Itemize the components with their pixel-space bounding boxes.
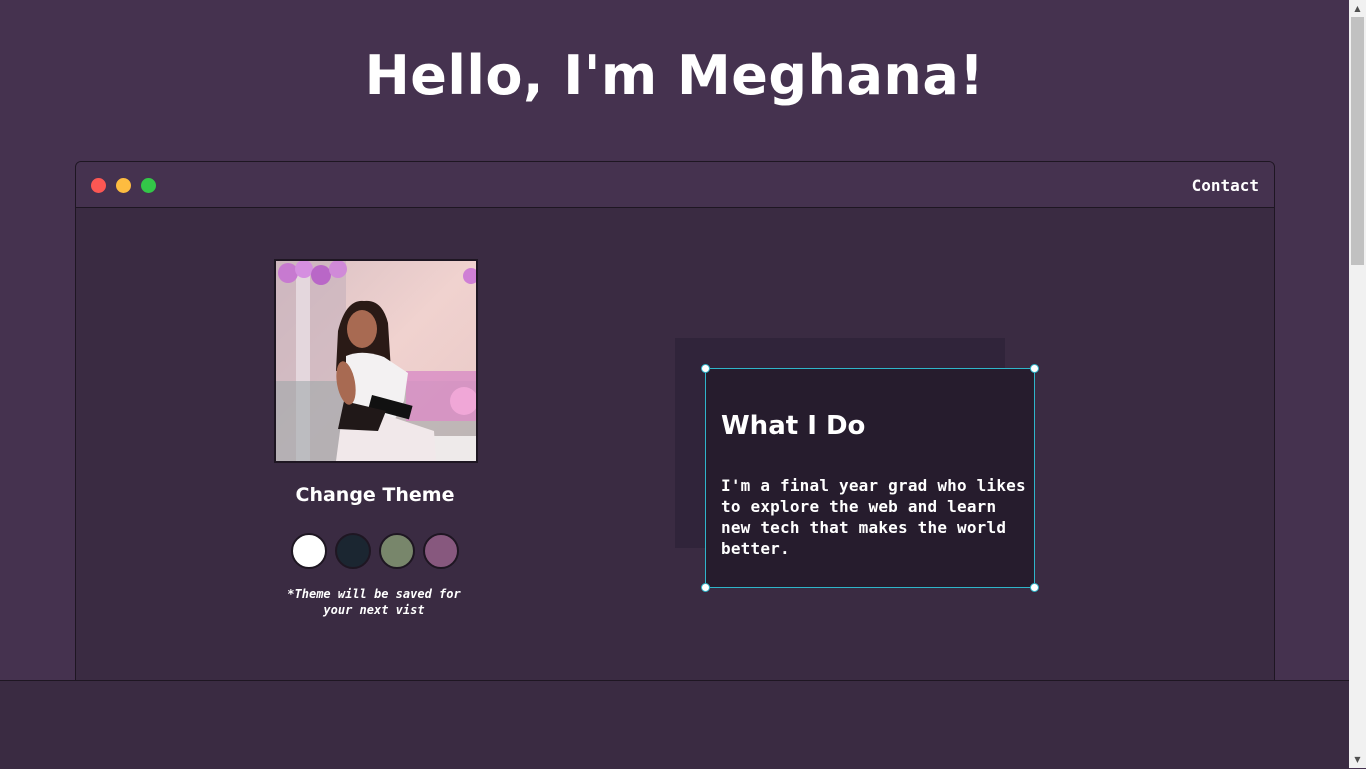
profile-photo [274, 259, 478, 463]
what-i-do-body: I'm a final year grad who likes to explo… [721, 476, 1026, 558]
window-titlebar: Contact [76, 162, 1274, 208]
browser-window: Contact Change Theme *Theme will be save… [75, 161, 1275, 693]
theme-note: *Theme will be saved for your next vist [287, 587, 461, 617]
footer-section [0, 680, 1349, 769]
profile-photo-image [276, 261, 476, 461]
contact-link[interactable]: Contact [1192, 176, 1259, 195]
what-i-do-title: What I Do [721, 411, 866, 441]
theme-swatch-purple[interactable] [423, 533, 459, 569]
resize-handle-bottom-right[interactable] [1030, 583, 1039, 592]
minimize-dot-icon[interactable] [116, 178, 131, 193]
scroll-down-arrow-icon[interactable]: ▼ [1349, 751, 1366, 768]
vertical-scrollbar[interactable]: ▲ ▼ [1349, 0, 1366, 768]
scrollbar-thumb[interactable] [1351, 17, 1364, 265]
close-dot-icon[interactable] [91, 178, 106, 193]
scroll-up-arrow-icon[interactable]: ▲ [1349, 0, 1366, 17]
what-i-do-card[interactable]: What I Do I'm a final year grad who like… [701, 364, 1039, 592]
hero-title: Hello, I'm Meghana! [364, 44, 985, 107]
theme-swatch-dark-navy[interactable] [335, 533, 371, 569]
resize-handle-bottom-left[interactable] [701, 583, 710, 592]
resize-handle-top-left[interactable] [701, 364, 710, 373]
theme-swatch-white[interactable] [291, 533, 327, 569]
resize-handle-top-right[interactable] [1030, 364, 1039, 373]
maximize-dot-icon[interactable] [141, 178, 156, 193]
change-theme-heading: Change Theme [295, 484, 455, 506]
theme-swatch-sage-green[interactable] [379, 533, 415, 569]
page: Hello, I'm Meghana! Contact Change Theme… [0, 0, 1349, 769]
